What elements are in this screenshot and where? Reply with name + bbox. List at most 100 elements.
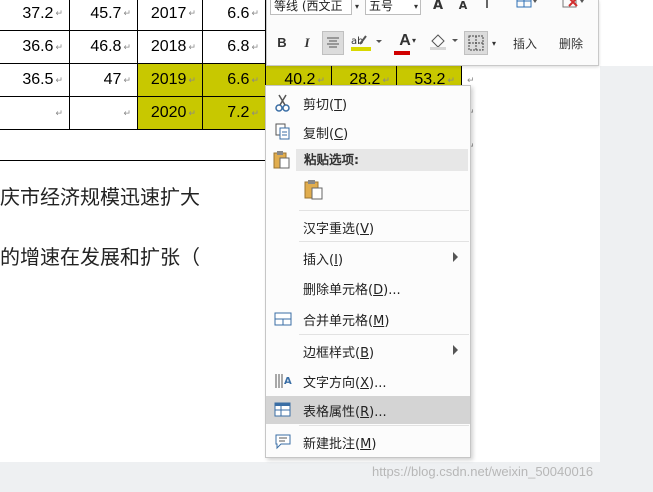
cell-mark: ↵ [55,74,63,85]
menu-label: 表格属性 [303,404,356,420]
paste-keep-text-button[interactable] [302,178,326,202]
table-cell-highlighted[interactable]: 2019 ↵ [137,63,203,97]
table-properties-icon [273,400,293,420]
table-cell[interactable]: 6.6 ↵ [202,0,266,31]
align-center-button[interactable] [322,31,344,55]
menu-label: 复制 [303,126,330,142]
table-cell-highlighted[interactable]: 6.6 ↵ [202,63,266,97]
cell-value: 36.6 [22,38,54,55]
table-cell-highlighted[interactable]: 2020 ↵ [137,96,203,130]
cell-mark: ↵ [251,41,259,52]
cell-mark: ↵ [123,41,131,52]
cell-value: 36.5 [22,71,54,88]
delete-label[interactable]: 删除 [559,35,583,52]
cell-value: 45.7 [90,4,122,22]
cell-mark: ↵ [55,107,63,118]
access-key: X [360,375,369,391]
format-painter-icon[interactable] [477,0,497,16]
font-size-dropdown-icon[interactable]: ▾ [411,0,421,18]
copy-icon [273,122,293,142]
grow-font-button[interactable]: A [430,0,446,17]
merge-cells-icon [273,309,293,329]
menu-label: 文字方向 [303,375,356,391]
font-name-select[interactable]: 等线 (西文正 [270,0,352,15]
cell-value: 2017 [150,4,187,22]
menu-label: 剪切 [303,97,330,113]
cell-value: 2020 [150,104,187,121]
table-cell[interactable]: 36.5 ↵ [0,63,70,97]
mini-toolbar: 等线 (西文正 ▾ 五号 ▾ A A B I ab A ▾ ▾ 插入 删除 [266,0,599,66]
table-cell[interactable]: 2017 ↵ [137,0,203,31]
submenu-arrow-icon [453,252,458,262]
menu-item-merge-cells[interactable]: 合并单元格(M) [266,305,470,333]
cell-mark: ↵ [123,8,131,18]
font-name-dropdown-icon[interactable]: ▾ [352,0,362,18]
cell-mark: ↵ [188,41,196,52]
menu-item-hanzi-reconvert[interactable]: 汉字重选(V) [266,213,470,241]
font-color-letter: A [399,32,411,49]
italic-button[interactable]: I [299,32,315,54]
font-color-button[interactable]: A ▾ [389,30,421,55]
highlight-color-icon[interactable]: ab [349,32,385,54]
menu-ellipsis: ... [374,375,387,391]
menu-label: 边框样式 [303,345,356,361]
cell-value: 37.2 [22,4,54,22]
access-key: M [373,313,385,329]
body-text-line: 庆市经济规模迅速扩大 [0,185,200,209]
cell-value: 2018 [150,38,187,55]
shading-icon[interactable] [427,31,461,53]
table-cell[interactable]: 46.8 ↵ [69,30,138,64]
chevron-down-icon: ▾ [412,36,417,45]
delete-table-icon[interactable] [559,0,589,16]
body-text-line: 的增速在发展和扩张（ [0,245,200,269]
menu-item-table-properties[interactable]: 表格属性(R)... [266,396,470,424]
table-cell[interactable]: 45.7 ↵ [69,0,138,31]
svg-text:A: A [284,376,292,387]
menu-item-cut[interactable]: 剪切(T) [266,89,470,117]
menu-item-new-comment[interactable]: 新建批注(M) [266,428,470,456]
table-cell[interactable]: 6.8 ↵ [202,30,266,64]
cell-mark: ↵ [188,107,196,118]
cell-value: 6.6 [227,4,250,22]
borders-button[interactable] [464,31,488,55]
access-key: D [373,282,384,298]
font-color-bar [394,51,410,55]
cell-value: 46.8 [90,38,122,55]
table-cell[interactable]: 2018 ↵ [137,30,203,64]
menu-item-border-styles[interactable]: 边框样式(B) [266,337,470,365]
menu-item-delete-cells[interactable]: 删除单元格(D)... [266,274,470,302]
submenu-arrow-icon [453,345,458,355]
menu-label: 删除单元格 [303,282,369,298]
menu-item-insert[interactable]: 插入(I) [266,244,470,272]
cell-value: 6.8 [227,38,250,55]
access-key: M [360,436,372,452]
menu-ellipsis: ... [388,282,401,298]
cell-mark: ↵ [382,74,390,85]
menu-label: 汉字重选 [303,221,356,237]
context-menu: 剪切(T) 复制(C) 粘贴选项: 汉字重选(V) 插入(I) 删除单元格(D)… [265,85,471,458]
table-grid-icon[interactable] [513,0,541,16]
shrink-font-button[interactable]: A [455,0,471,17]
menu-label: 合并单元格 [303,313,369,329]
table-cell[interactable]: ↵ [69,96,138,130]
table-cell[interactable]: 47 ↵ [69,63,138,97]
cell-mark: ↵ [447,74,455,85]
menu-item-text-direction[interactable]: A 文字方向(X)... [266,367,470,395]
table-cell[interactable]: ↵ [0,96,70,130]
menu-item-copy[interactable]: 复制(C) [266,118,470,146]
table-cell[interactable]: 36.6 ↵ [0,30,70,64]
insert-label[interactable]: 插入 [513,35,537,52]
access-key: R [360,404,370,420]
cell-mark: ↵ [123,107,131,118]
table-cell-highlighted[interactable]: 7.2 ↵ [202,96,266,130]
access-key: B [360,345,370,361]
borders-dropdown-icon[interactable]: ▾ [489,33,499,55]
cell-mark: ↵ [251,8,259,18]
table-cell[interactable]: 37.2 ↵ [0,0,70,31]
cell-mark: ↵ [55,8,63,18]
menu-label: 插入 [303,252,330,268]
bold-button[interactable]: B [273,32,291,54]
access-key: I [334,252,338,268]
text-direction-icon: A [273,371,293,391]
cell-mark: ↵ [55,41,63,52]
